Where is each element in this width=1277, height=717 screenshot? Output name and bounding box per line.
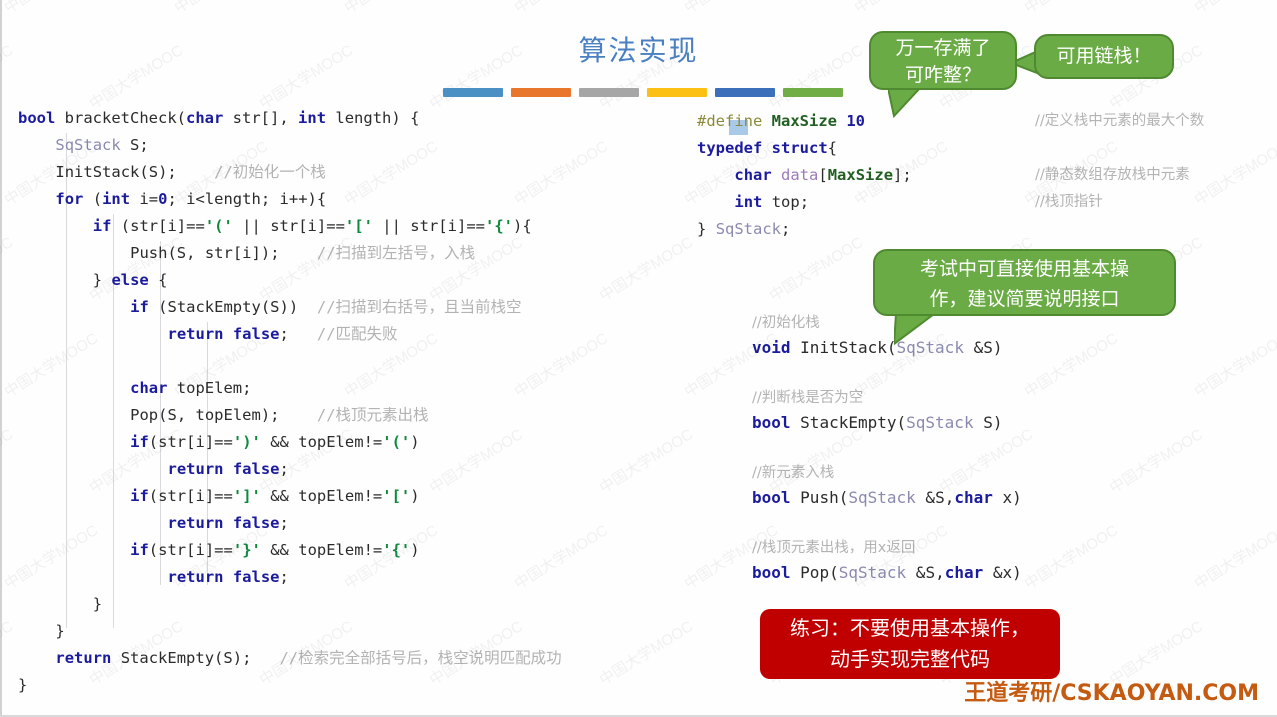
accent-bar-1 xyxy=(443,88,503,97)
code-line: if(str[i]==']' && topElem!='[') xyxy=(130,487,420,505)
code-line: } xyxy=(55,622,65,640)
accent-bar-6 xyxy=(783,88,843,97)
accent-bar-2 xyxy=(511,88,571,97)
bubble-overflow-question-tail xyxy=(888,87,923,118)
watermark-text: 中国大学MOOC xyxy=(0,618,17,689)
code-line: } xyxy=(18,676,28,694)
exercise-callout: 练习：不要使用基本操作， 动手实现完整代码 xyxy=(760,609,1060,679)
code-text: char data[MaxSize]; xyxy=(734,166,912,184)
code-line: if(str[i]==')' && topElem!='(') xyxy=(130,433,420,451)
code-comment: //栈顶指针 xyxy=(1035,194,1103,210)
code-line: bool bracketCheck(char str[], int length… xyxy=(18,109,420,127)
code-line: int top; //栈顶指针 xyxy=(697,189,1277,216)
code-block-operations: //初始化栈 void InitStack(SqStack &S)//判断栈是否为… xyxy=(752,310,1277,590)
code-line: } xyxy=(92,595,103,613)
code-line: SqStack S; xyxy=(55,136,149,154)
operation-signature: bool Push(SqStack &S,char x) xyxy=(752,488,1022,507)
code-line: typedef struct{ xyxy=(697,135,1277,162)
watermark-text: 中国大学MOOC xyxy=(850,0,952,18)
title-accent-bars xyxy=(443,88,843,98)
operation-signature: void InitStack(SqStack &S) xyxy=(752,338,1003,357)
bubble-exam-tip-tail xyxy=(894,313,937,346)
code-block-sqstack-struct: #define MaxSize 10 //定义栈中元素的最大个数 typedef s… xyxy=(697,108,1277,243)
code-line: return false; xyxy=(167,460,289,478)
code-line: char data[MaxSize]; //静态数组存放栈中元素 xyxy=(697,162,1277,189)
code-line: if(str[i]=='}' && topElem!='{') xyxy=(130,541,420,559)
watermark-text: 中国大学MOOC xyxy=(1020,0,1122,18)
code-line: return false; xyxy=(167,568,289,586)
operation-signature: bool StackEmpty(SqStack S) xyxy=(752,413,1003,432)
code-line: return StackEmpty(S); //检索完全部括号后，栈空说明匹配成… xyxy=(55,649,562,667)
slide-canvas: 中国大学MOOC 中国大学MOOC 中国大学MOOC 中国大学MOOC 中国大学MOOC… xyxy=(0,0,1277,717)
operation-signature: bool Pop(SqStack &S,char &x) xyxy=(752,563,1022,582)
code-line: Pop(S, topElem); //栈顶元素出栈 xyxy=(130,406,429,424)
operation-comment: //新元素入栈 xyxy=(752,465,835,481)
code-block-bracketcheck: bool bracketCheck(char str[], int length… xyxy=(18,105,698,699)
code-line: } SqStack; xyxy=(697,216,1277,243)
bubble-line: 万一存满了 xyxy=(895,37,991,59)
watermark-text: 中国大学MOOC xyxy=(0,426,17,497)
code-text: } SqStack; xyxy=(697,220,791,238)
code-line: InitStack(S); //初始化一个栈 xyxy=(55,163,326,181)
code-comment: //定义栈中元素的最大个数 xyxy=(1035,113,1205,129)
code-line: for (int i=0; i<length; i++){ xyxy=(55,190,327,208)
bubble-line: 考试中可直接使用基本操 xyxy=(919,258,1129,280)
bubble-exam-tip: 考试中可直接使用基本操 作，建议简要说明接口 xyxy=(873,249,1176,316)
code-line: if (str[i]=='(' || str[i]=='[' || str[i]… xyxy=(92,217,532,235)
brand-footer: 王道考研/CSKAOYAN.COM xyxy=(964,681,1259,706)
bubble-line: 作，建议简要说明接口 xyxy=(929,288,1120,310)
bubble-overflow-question: 万一存满了可咋整？ xyxy=(869,31,1017,90)
left-edge-rule xyxy=(0,0,2,717)
accent-bar-4 xyxy=(647,88,707,97)
watermark-text: 中国大学MOOC xyxy=(680,0,782,18)
operation-comment: //栈顶元素出栈，用x返回 xyxy=(752,540,916,556)
callout-line: 练习：不要使用基本操作， xyxy=(790,616,1030,640)
callout-line: 动手实现完整代码 xyxy=(830,647,990,671)
watermark-text: 中国大学MOOC xyxy=(0,0,102,18)
watermark-text: 中国大学MOOC xyxy=(1190,0,1277,18)
operation-comment: //判断栈是否为空 xyxy=(752,390,864,406)
bubble-line: 可咋整？ xyxy=(904,64,981,86)
bubble-linked-stack-answer: 可用链栈！ xyxy=(1034,34,1174,79)
code-comment: //静态数组存放栈中元素 xyxy=(1035,167,1190,183)
accent-bar-5 xyxy=(715,88,775,97)
code-text: #define MaxSize 10 xyxy=(697,112,866,130)
code-line: char topElem; xyxy=(130,379,252,397)
code-line: Push(S, str[i]); //扫描到左括号，入栈 xyxy=(130,244,476,262)
code-text: typedef struct{ xyxy=(697,139,838,157)
watermark-text: 中国大学MOOC xyxy=(340,0,442,18)
code-line: } else { xyxy=(92,271,168,289)
bubble-line: 可用链栈！ xyxy=(1056,45,1152,67)
watermark-text: 中国大学MOOC xyxy=(170,0,272,18)
watermark-text: 中国大学MOOC xyxy=(510,0,612,18)
code-line: if (StackEmpty(S)) //扫描到右括号，且当前栈空 xyxy=(130,298,522,316)
code-line: return false; xyxy=(167,514,289,532)
watermark-text: 中国大学MOOC xyxy=(0,234,17,305)
accent-bar-3 xyxy=(579,88,639,97)
code-text: int top; xyxy=(734,193,810,211)
code-line: #define MaxSize 10 //定义栈中元素的最大个数 xyxy=(697,108,1277,135)
code-line: return false; //匹配失败 xyxy=(167,325,398,343)
